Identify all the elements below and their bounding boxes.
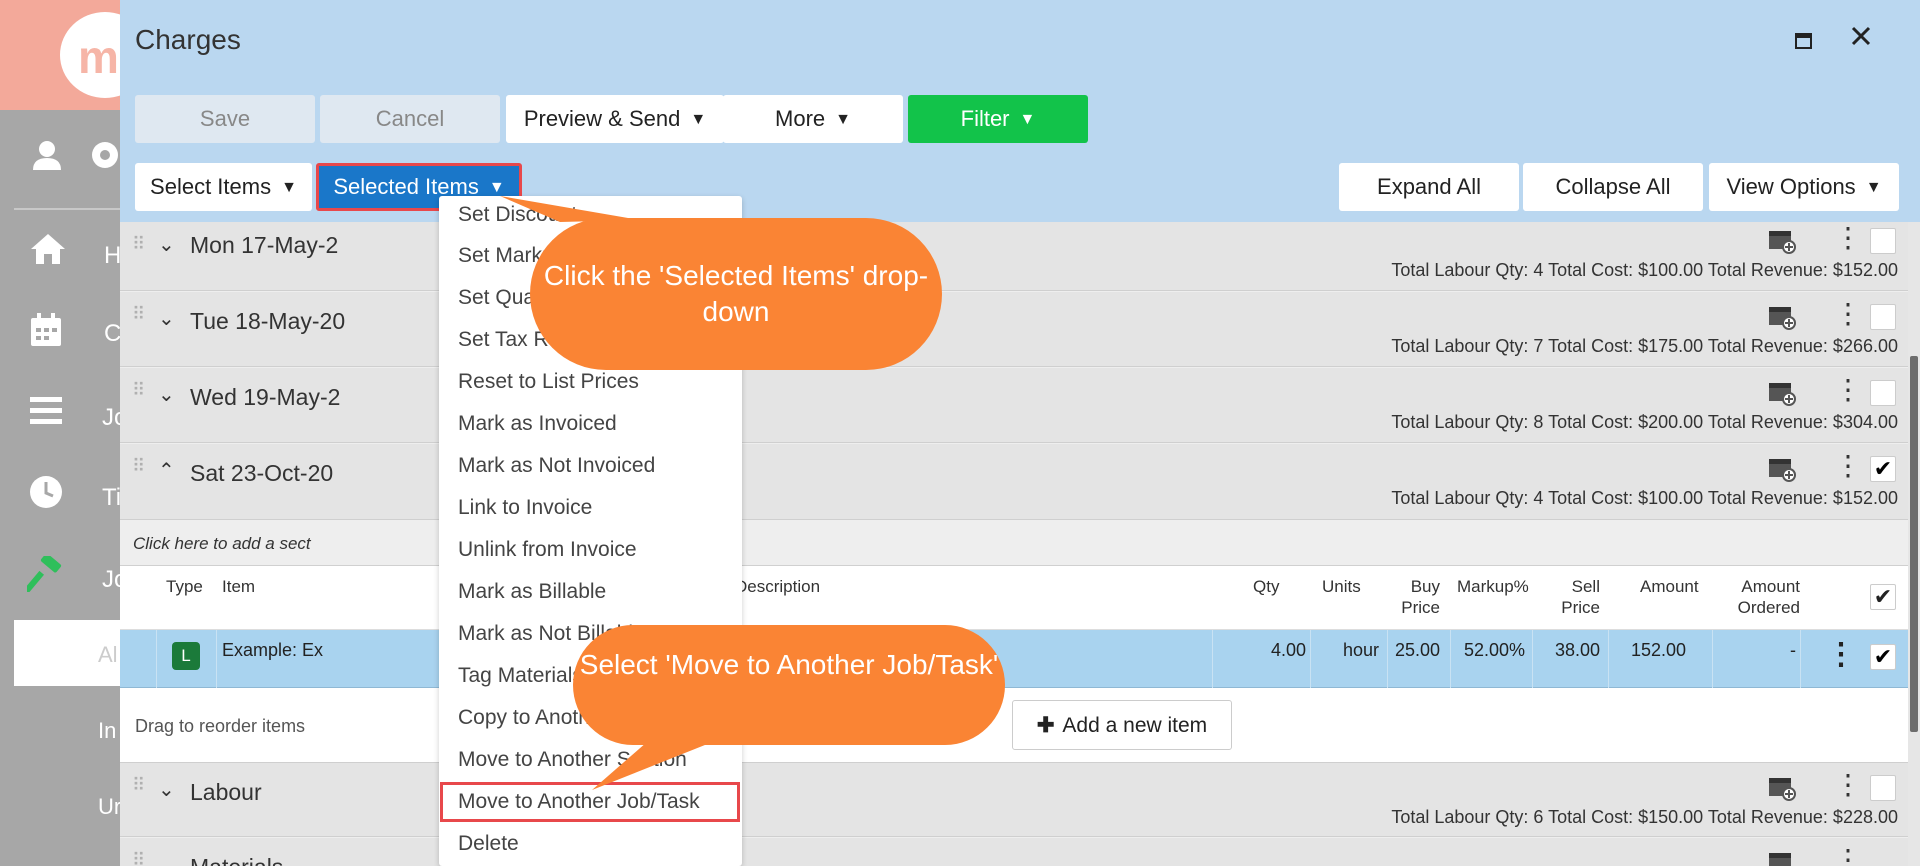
sidebar-item-label[interactable]: Ti (102, 484, 121, 512)
home-icon[interactable] (28, 232, 68, 272)
sidebar-header: m (0, 0, 150, 110)
user-icon[interactable] (27, 138, 67, 178)
sidebar-sub-item[interactable]: In (98, 718, 116, 744)
sidebar-item-label[interactable]: H (104, 242, 121, 270)
app-sidebar: m H C Jo Ti Jo Al In Ur (0, 0, 150, 866)
clock-icon[interactable] (26, 474, 66, 514)
sidebar-item-label[interactable]: C (104, 320, 121, 348)
list-icon[interactable] (26, 394, 66, 434)
sidebar-sub-item[interactable]: Ur (98, 794, 121, 820)
gear-icon[interactable] (88, 138, 120, 178)
charges-dialog: Charges Save Cancel Preview & Send ▼ More… (120, 0, 1920, 866)
callout-pointers (500, 196, 730, 790)
sidebar-divider (14, 208, 120, 210)
calendar-icon[interactable] (26, 312, 66, 352)
hammer-icon[interactable] (23, 553, 66, 596)
sidebar-sub-item-active[interactable]: Al (14, 620, 120, 686)
callout-bubble-1: Click the 'Selected Items' drop-down (530, 218, 942, 370)
callout-bubble-2: Select 'Move to Another Job/Task' (573, 625, 1005, 745)
